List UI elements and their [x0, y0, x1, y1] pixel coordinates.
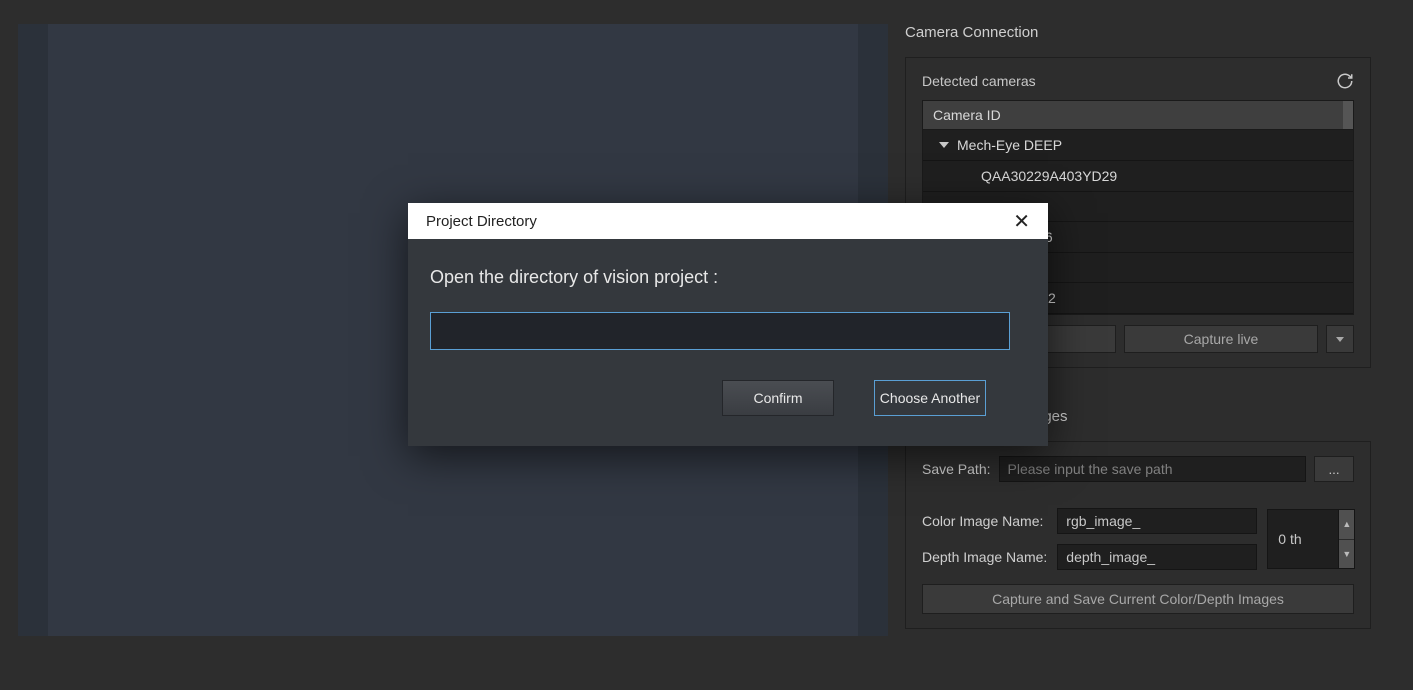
browse-button[interactable]: ... [1314, 456, 1354, 482]
index-spinner[interactable]: 0 th ▲ ▼ [1267, 509, 1355, 569]
capture-live-button[interactable]: Capture live [1124, 325, 1318, 353]
modal-title-text: Project Directory [426, 213, 537, 230]
refresh-icon[interactable] [1336, 72, 1354, 90]
project-directory-modal: Project Directory ✕ Open the directory o… [408, 203, 1048, 446]
color-image-input[interactable] [1057, 508, 1257, 534]
spinner-down-icon[interactable]: ▼ [1339, 540, 1354, 569]
capture-dropdown-button[interactable] [1326, 325, 1354, 353]
capture-save-button[interactable]: Capture and Save Current Color/Depth Ima… [922, 584, 1354, 614]
depth-image-label: Depth Image Name: [922, 549, 1047, 565]
choose-another-button[interactable]: Choose Another [874, 380, 986, 416]
project-directory-input[interactable] [430, 312, 1010, 350]
camera-connection-title: Camera Connection [905, 24, 1405, 41]
save-path-label: Save Path: [922, 461, 991, 477]
detected-cameras-label: Detected cameras [922, 73, 1036, 89]
modal-titlebar[interactable]: Project Directory ✕ [408, 203, 1048, 239]
camera-id-header: Camera ID [923, 101, 1353, 130]
chevron-down-icon [1336, 337, 1344, 342]
spinner-value: 0 th [1278, 531, 1301, 547]
color-image-label: Color Image Name: [922, 513, 1047, 529]
camera-id-value: QAA30229A403YD29 [981, 168, 1117, 184]
camera-id-row[interactable]: QAA30229A403YD29 [923, 161, 1353, 192]
scrollbar-stub[interactable] [1343, 101, 1353, 129]
spinner-up-icon[interactable]: ▲ [1339, 510, 1354, 540]
camera-group-name: Mech-Eye DEEP [957, 137, 1062, 153]
chevron-down-icon [939, 142, 949, 148]
close-icon[interactable]: ✕ [1013, 209, 1030, 234]
camera-group-row[interactable]: Mech-Eye DEEP [923, 130, 1353, 161]
confirm-button[interactable]: Confirm [722, 380, 834, 416]
save-path-input[interactable] [999, 456, 1307, 482]
save-box: Save Path: ... Color Image Name: 0 th ▲ … [905, 441, 1371, 629]
modal-prompt: Open the directory of vision project : [430, 267, 1026, 288]
depth-image-input[interactable] [1057, 544, 1257, 570]
